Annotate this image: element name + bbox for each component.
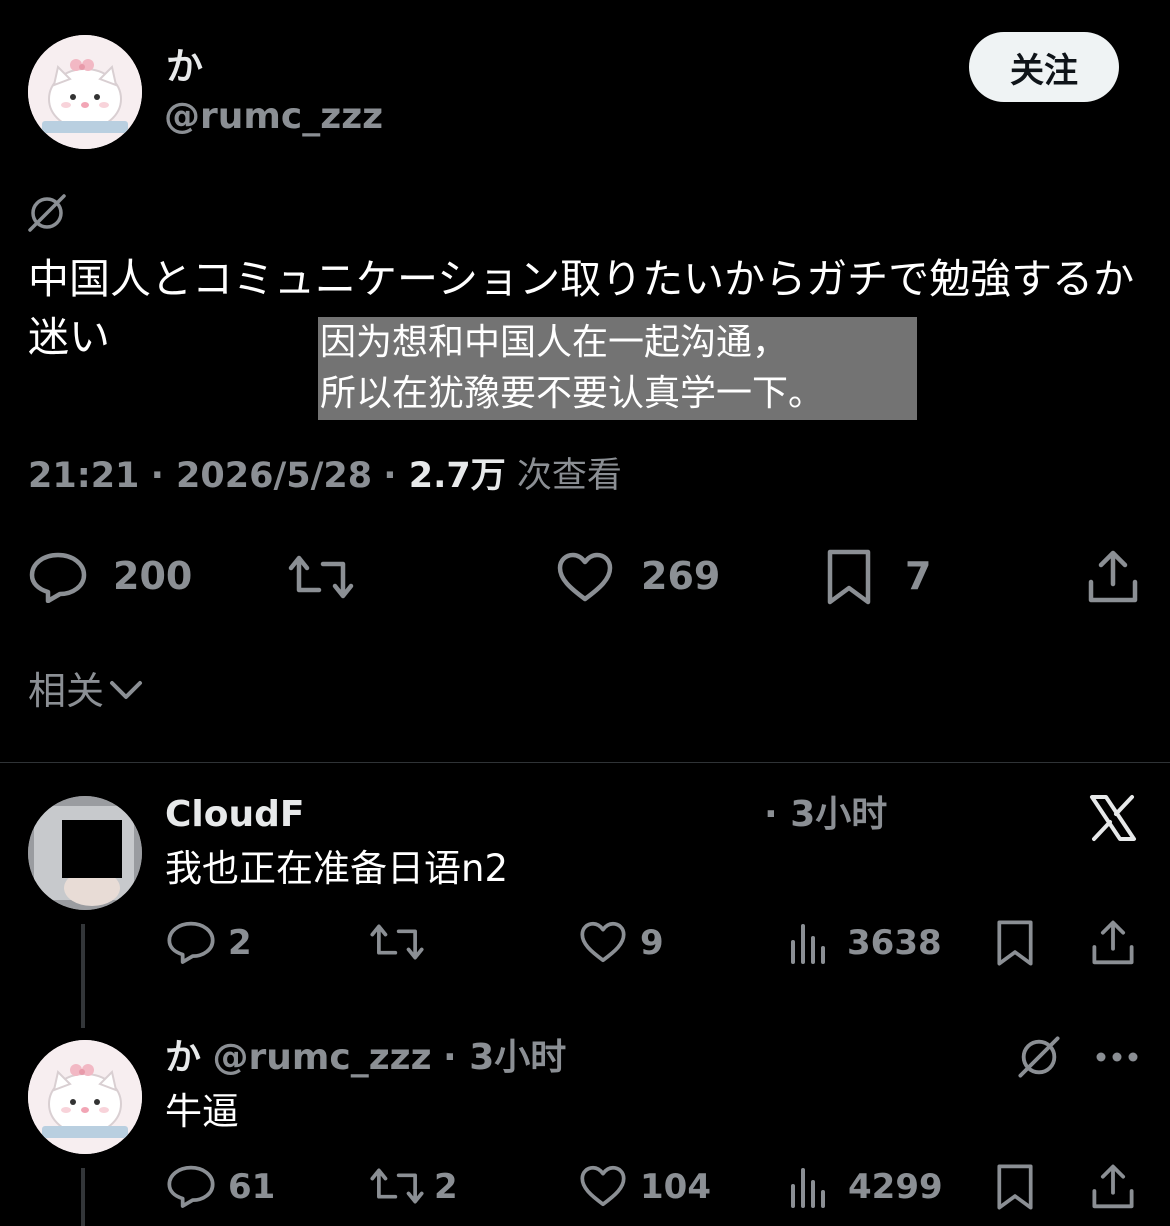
- reply-icon[interactable]: [166, 1164, 216, 1208]
- heart-icon[interactable]: [556, 551, 614, 603]
- like-count: 9: [640, 923, 664, 963]
- translation-line-1: 因为想和中国人在一起沟通，: [320, 322, 789, 363]
- related-toggle[interactable]: 相关: [28, 666, 144, 716]
- reply-author-name[interactable]: か: [165, 1037, 201, 1078]
- retweet-icon[interactable]: [369, 921, 425, 963]
- retweet-icon[interactable]: [287, 552, 355, 602]
- reply-time[interactable]: · 3小时: [764, 792, 887, 838]
- views-count: 4299: [848, 1167, 943, 1207]
- reply-text: 我也正在准备日语n2: [165, 847, 508, 890]
- bookmark-icon[interactable]: [996, 1162, 1034, 1212]
- translation-overlay: 因为想和中国人在一起沟通， 所以在犹豫要不要认真学一下。: [318, 317, 917, 420]
- author-handle[interactable]: @rumc_zzz: [164, 94, 383, 140]
- share-icon[interactable]: [1087, 548, 1139, 604]
- views-label: 次查看: [516, 456, 622, 496]
- reply-author-name[interactable]: CloudF: [165, 792, 304, 838]
- post-meta: 21:21 · 2026/5/28 · 2.7万 次查看: [28, 456, 622, 496]
- x-logo-icon[interactable]: [1088, 793, 1138, 843]
- follow-button[interactable]: 关注: [969, 32, 1119, 102]
- heart-icon[interactable]: [579, 920, 627, 964]
- like-count: 104: [640, 1167, 711, 1207]
- thread-line: [81, 924, 85, 1028]
- reply-count: 61: [228, 1167, 276, 1207]
- bookmark-icon[interactable]: [826, 548, 872, 606]
- reply-author-handle[interactable]: @rumc_zzz: [212, 1037, 431, 1078]
- chevron-down-icon: [108, 666, 144, 716]
- post-time[interactable]: 21:21: [28, 456, 139, 496]
- author-name[interactable]: か: [166, 44, 203, 90]
- like-count: 269: [641, 554, 721, 598]
- related-label: 相关: [28, 669, 105, 713]
- heart-icon[interactable]: [579, 1164, 627, 1208]
- divider: [0, 762, 1170, 763]
- reply-avatar-2[interactable]: [28, 1040, 142, 1154]
- reply-icon[interactable]: [28, 551, 88, 603]
- views-icon[interactable]: [789, 1166, 831, 1208]
- reply-time[interactable]: · 3小时: [443, 1037, 566, 1078]
- retweet-icon[interactable]: [369, 1165, 425, 1207]
- cat-avatar: [28, 35, 142, 149]
- translation-line-2: 所以在犹豫要不要认真学一下。: [320, 373, 825, 414]
- reply-avatar-1[interactable]: [28, 796, 142, 910]
- bookmark-count: 7: [905, 554, 932, 598]
- reply-header: か @rumc_zzz · 3小时: [165, 1035, 566, 1081]
- slashed-circle-icon[interactable]: [26, 192, 68, 234]
- views-count: 2.7万: [408, 456, 506, 496]
- views-count: 3638: [847, 923, 942, 963]
- share-icon[interactable]: [1091, 1162, 1135, 1210]
- views-icon[interactable]: [789, 922, 831, 964]
- bookmark-icon[interactable]: [996, 918, 1034, 968]
- retweet-count: 2: [434, 1167, 458, 1207]
- reply-count: 2: [228, 923, 252, 963]
- thread-line: [81, 1168, 85, 1226]
- reply-count: 200: [113, 554, 193, 598]
- reply-text: 牛逼: [165, 1090, 239, 1133]
- reply-icon[interactable]: [166, 920, 216, 964]
- author-avatar[interactable]: [28, 35, 142, 149]
- more-icon[interactable]: [1095, 1050, 1139, 1064]
- share-icon[interactable]: [1091, 918, 1135, 966]
- post-date[interactable]: 2026/5/28: [176, 456, 372, 496]
- slashed-circle-icon[interactable]: [1015, 1034, 1063, 1080]
